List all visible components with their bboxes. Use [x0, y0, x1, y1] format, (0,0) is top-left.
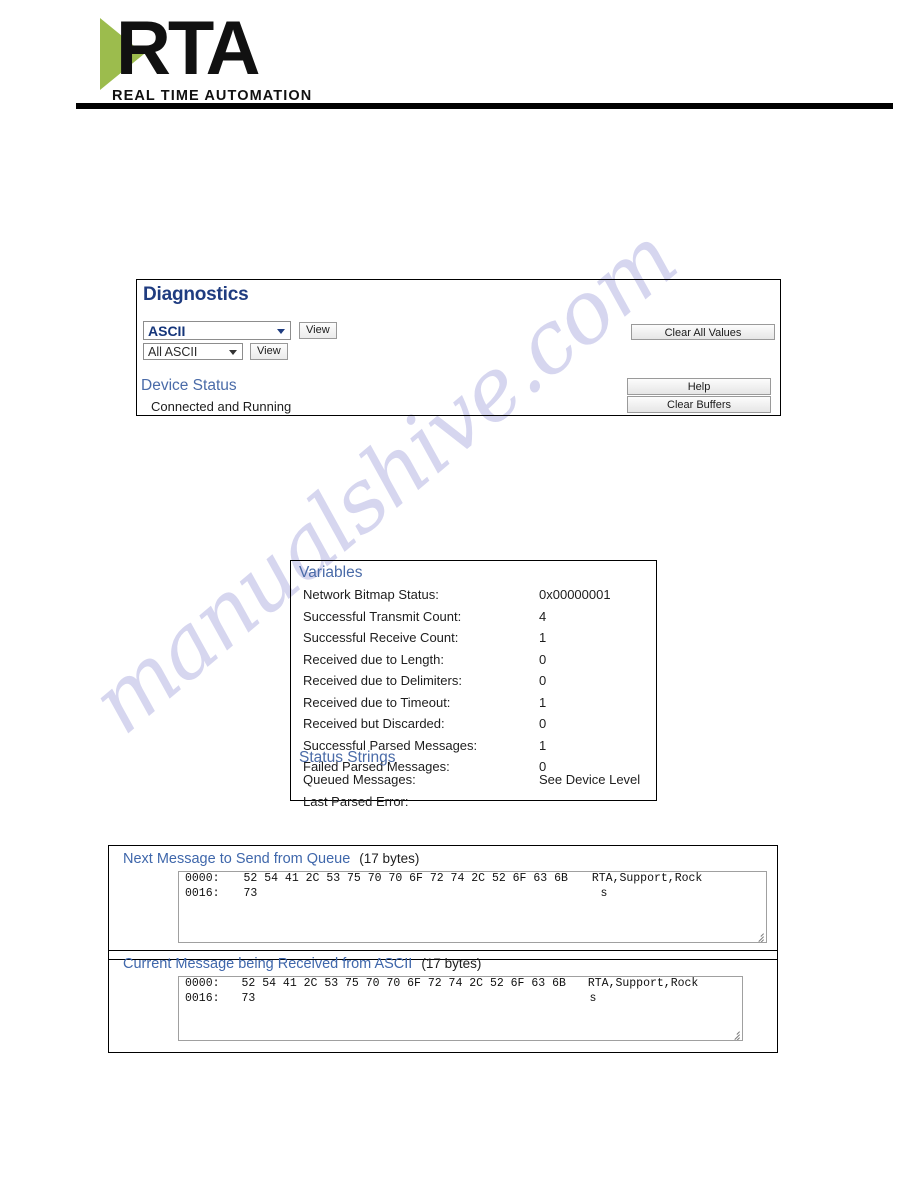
header-divider	[76, 103, 893, 109]
port-select[interactable]: ASCII	[143, 321, 291, 340]
hex-line: 0016: 73 s	[179, 992, 742, 1007]
logo-tagline: REAL TIME AUTOMATION	[112, 88, 313, 104]
status-value: See Device Level	[539, 772, 641, 787]
variable-row: Received due to Length: 0	[303, 652, 649, 674]
current-message-title: Current Message being Received from ASCI…	[123, 956, 413, 972]
variable-label: Received but Discarded:	[303, 716, 445, 731]
hex-offset: 0016:	[185, 886, 220, 900]
hex-ascii: RTA,Support,Rock	[591, 872, 703, 885]
diagnostics-title: Diagnostics	[143, 284, 249, 305]
hex-offset: 0016:	[185, 991, 220, 1005]
logo-wordmark: RTA	[116, 6, 261, 91]
variable-label: Received due to Delimiters:	[303, 673, 462, 688]
current-message-hexdump[interactable]: 0000: 52 54 41 2C 53 75 70 70 6F 72 74 2C…	[178, 976, 743, 1041]
variable-value: 1	[539, 737, 547, 753]
next-message-to-send-panel: Next Message to Send from Queue (17 byte…	[108, 845, 778, 960]
status-strings-title: Status Strings	[299, 749, 396, 766]
current-message-byte-count: (17 bytes)	[421, 956, 482, 971]
page-header: RTA REAL TIME AUTOMATION	[0, 0, 918, 125]
hex-line: 0000: 52 54 41 2C 53 75 70 70 6F 72 74 2C…	[179, 977, 742, 992]
device-status-value: Connected and Running	[151, 399, 292, 414]
hex-bytes: 52 54 41 2C 53 75 70 70 6F 72 74 2C 52 6…	[241, 977, 566, 990]
next-message-byte-count: (17 bytes)	[359, 851, 420, 866]
hex-line: 0016: 73 s	[179, 887, 766, 902]
current-message-header: Current Message being Received from ASCI…	[123, 956, 481, 972]
status-row: Queued Messages: See Device Level	[303, 772, 649, 794]
variable-value: 1	[539, 630, 547, 645]
variable-value: 0	[539, 673, 547, 688]
variables-panel: Variables Network Bitmap Status: 0x00000…	[290, 560, 657, 809]
device-status-title: Device Status	[141, 377, 237, 394]
variable-row: Received due to Delimiters: 0	[303, 673, 649, 695]
filter-select[interactable]: All ASCII	[143, 343, 243, 360]
variable-label: Received due to Timeout:	[303, 694, 451, 710]
rta-logo: RTA REAL TIME AUTOMATION	[100, 8, 311, 104]
variable-row: Successful Receive Count: 1	[303, 630, 649, 652]
port-view-button[interactable]: View	[299, 322, 337, 339]
hex-bytes: 52 54 41 2C 53 75 70 70 6F 72 74 2C 52 6…	[243, 872, 568, 885]
filter-select-row: All ASCII View	[143, 343, 288, 360]
textarea-resize-handle[interactable]	[753, 930, 764, 942]
variable-row: Successful Transmit Count: 4	[303, 609, 649, 631]
hex-ascii: s	[589, 991, 597, 1005]
port-select-row: ASCII View	[143, 321, 337, 340]
variable-row: Network Bitmap Status: 0x00000001	[303, 587, 649, 609]
variable-label: Received due to Length:	[303, 651, 444, 667]
hex-bytes: 73	[241, 991, 256, 1005]
variable-value: 4	[539, 608, 547, 624]
port-select-value: ASCII	[148, 323, 186, 339]
variable-value: 0	[539, 651, 547, 667]
status-label: Last Parsed Error:	[303, 793, 409, 809]
clear-all-values-button[interactable]: Clear All Values	[631, 324, 775, 340]
hex-bytes: 73	[243, 886, 258, 900]
variable-row: Received but Discarded: 0	[303, 716, 649, 738]
variable-label: Successful Receive Count:	[303, 630, 459, 645]
textarea-resize-handle[interactable]	[729, 1028, 740, 1040]
status-label: Queued Messages:	[303, 772, 416, 787]
variable-value: 0	[539, 716, 547, 731]
chevron-down-icon	[277, 328, 285, 334]
hex-line: 0000: 52 54 41 2C 53 75 70 70 6F 72 74 2C…	[179, 872, 766, 887]
variables-title: Variables	[299, 564, 363, 581]
next-message-hexdump[interactable]: 0000: 52 54 41 2C 53 75 70 70 6F 72 74 2C…	[178, 871, 767, 943]
variable-value: 1	[539, 694, 547, 710]
variable-label: Network Bitmap Status:	[303, 587, 439, 602]
hex-offset: 0000:	[185, 977, 220, 990]
current-message-received-panel: Current Message being Received from ASCI…	[108, 950, 778, 1053]
filter-view-button[interactable]: View	[250, 343, 288, 360]
chevron-down-icon	[229, 349, 237, 355]
help-button[interactable]: Help	[627, 378, 771, 395]
filter-select-value: All ASCII	[148, 345, 198, 359]
hex-ascii: s	[600, 886, 608, 900]
variable-label: Successful Transmit Count:	[303, 608, 462, 624]
diagnostics-panel: Diagnostics ASCII View All ASCII View Cl…	[136, 279, 781, 416]
status-strings-list: Queued Messages: See Device Level Last P…	[303, 772, 649, 815]
next-message-title: Next Message to Send from Queue	[123, 851, 351, 867]
clear-buffers-button[interactable]: Clear Buffers	[627, 396, 771, 413]
next-message-header: Next Message to Send from Queue (17 byte…	[123, 851, 419, 867]
hex-offset: 0000:	[185, 872, 220, 885]
variable-value: 0x00000001	[539, 587, 611, 602]
hex-ascii: RTA,Support,Rock	[587, 977, 699, 990]
status-row: Last Parsed Error:	[303, 794, 649, 816]
variable-row: Received due to Timeout: 1	[303, 695, 649, 717]
